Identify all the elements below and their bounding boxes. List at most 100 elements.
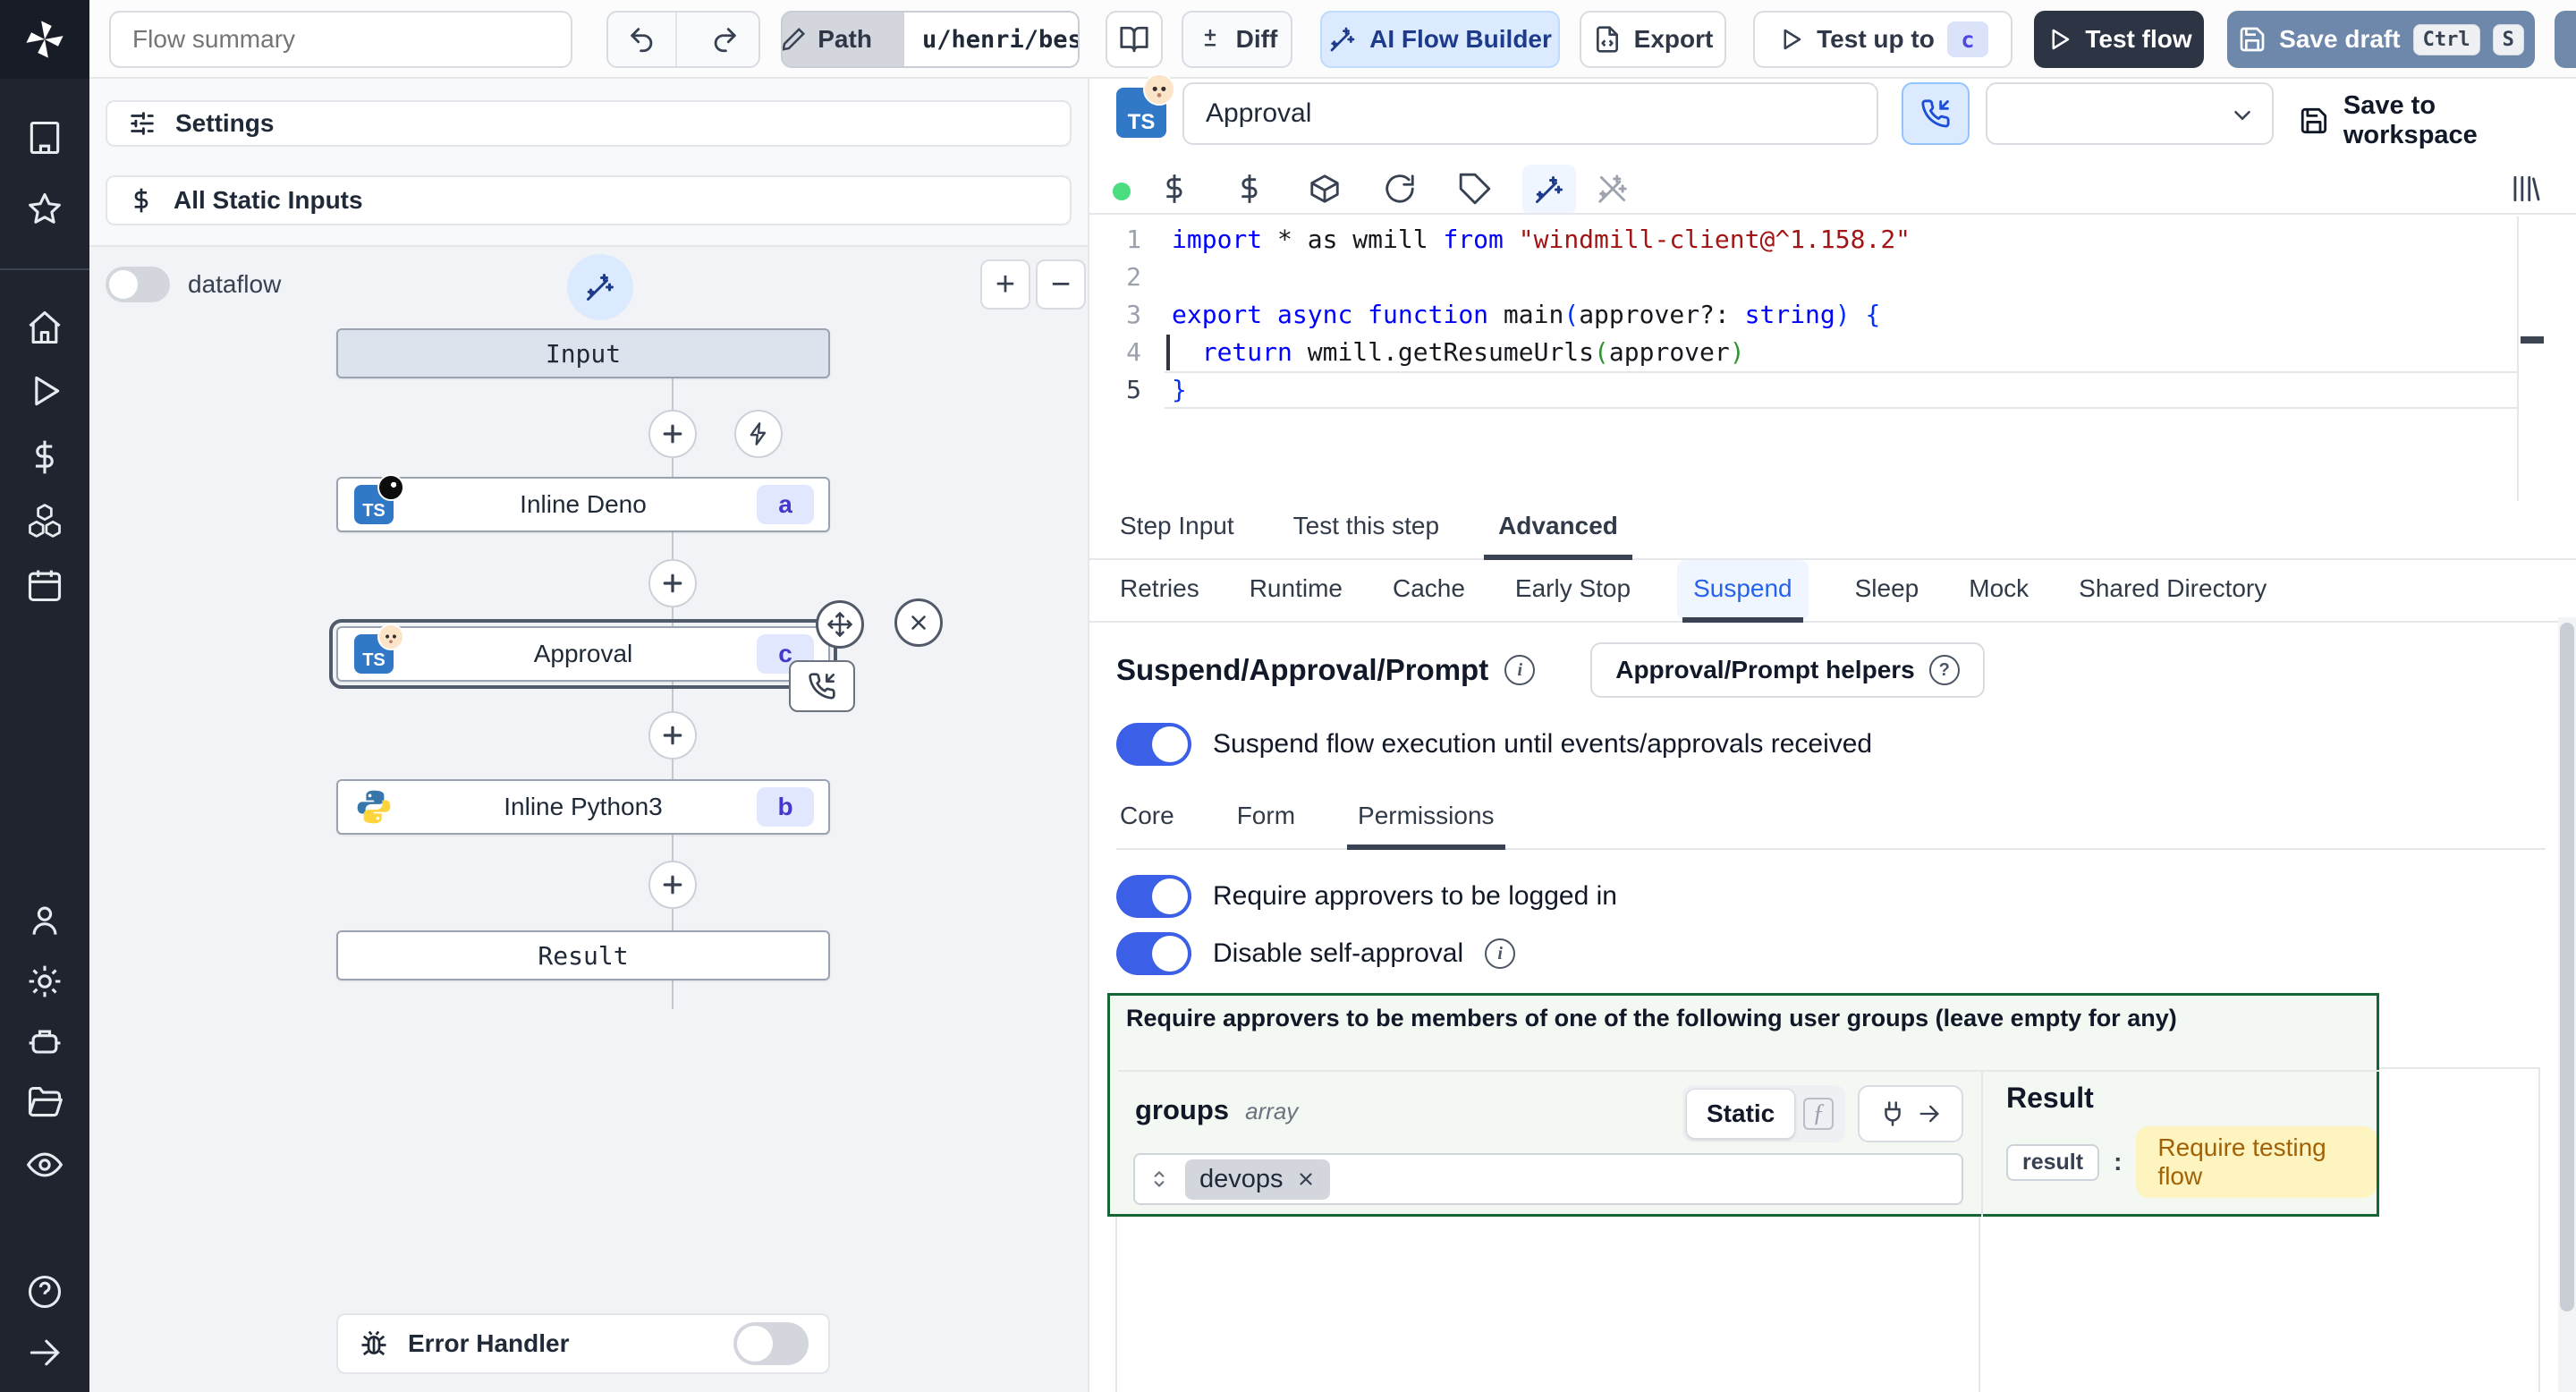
subtab-suspend[interactable]: Suspend (1677, 560, 1809, 623)
tab-step-input[interactable]: Step Input (1116, 497, 1238, 558)
runs-play-icon[interactable] (25, 371, 64, 411)
add-trigger-button[interactable] (734, 410, 783, 458)
inner-tab-core[interactable]: Core (1116, 787, 1178, 848)
disable-self-approval-toggle[interactable] (1116, 932, 1191, 975)
subtab-early-stop[interactable]: Early Stop (1512, 560, 1634, 621)
windmill-logo[interactable] (0, 0, 89, 79)
docs-book-button[interactable] (1106, 11, 1163, 68)
subtab-sleep[interactable]: Sleep (1852, 560, 1923, 621)
result-value-badge[interactable]: Require testing flow (2136, 1126, 2377, 1198)
collapse-arrow-right-icon[interactable] (25, 1333, 64, 1372)
connect-input-button[interactable] (1858, 1085, 1963, 1142)
dataflow-toggle[interactable] (106, 267, 170, 302)
undo-button[interactable] (608, 13, 678, 66)
code-editor[interactable]: 12345 import * as wmill from "windmill-c… (1089, 216, 2547, 501)
variables-dollar-icon[interactable] (1157, 172, 1191, 206)
add-step-button[interactable] (648, 861, 697, 909)
inner-tab-permissions[interactable]: Permissions (1347, 787, 1506, 850)
subtab-retries[interactable]: Retries (1116, 560, 1203, 621)
move-step-button[interactable] (816, 600, 864, 649)
redo-button[interactable] (690, 13, 758, 66)
subtab-cache[interactable]: Cache (1389, 560, 1469, 621)
info-icon[interactable]: i (1504, 655, 1536, 685)
suspend-phone-button[interactable] (1902, 82, 1970, 145)
fx-mode-button[interactable]: ƒ (1795, 1089, 1842, 1139)
error-handler-toggle[interactable] (733, 1322, 809, 1365)
scrollbar-thumb[interactable] (2560, 623, 2574, 1311)
schedules-calendar-icon[interactable] (25, 565, 64, 605)
path-button[interactable]: Path u/henri/bes (781, 11, 1080, 68)
ai-disabled-wand-icon[interactable] (1596, 172, 1630, 206)
node-approval-selected[interactable]: TS Approval c (329, 619, 837, 689)
format-tag-icon[interactable] (1458, 172, 1492, 206)
audit-eye-icon[interactable] (25, 1145, 64, 1184)
test-flow-button[interactable]: Test flow (2034, 11, 2204, 68)
variables-dollar-icon[interactable] (25, 437, 64, 477)
subtab-shared-directory[interactable]: Shared Directory (2075, 560, 2270, 621)
flow-settings-card[interactable]: Settings (106, 100, 1072, 147)
approval-prompt-helpers-button[interactable]: Approval/Prompt helpers ? (1590, 642, 1985, 698)
save-floppy-icon (2240, 27, 2265, 52)
save-draft-label: Save draft (2279, 25, 2401, 53)
flow-summary-input[interactable] (109, 11, 572, 68)
export-button[interactable]: Export (1580, 11, 1726, 68)
folders-icon[interactable] (25, 1083, 64, 1123)
diff-button[interactable]: Diff (1182, 11, 1292, 68)
node-inline-deno[interactable]: TS Inline Deno a (336, 474, 830, 532)
add-step-button[interactable] (648, 711, 697, 760)
library-icon[interactable] (2508, 172, 2542, 206)
package-icon[interactable] (1308, 172, 1342, 206)
node-result[interactable]: Result (336, 930, 830, 980)
add-step-button[interactable] (648, 410, 697, 458)
subtab-mock[interactable]: Mock (1965, 560, 2032, 621)
step-name-input[interactable] (1182, 82, 1878, 145)
resources-cubes-icon[interactable] (25, 501, 64, 540)
suspend-flow-toggle[interactable] (1116, 723, 1191, 766)
users-person-icon[interactable] (25, 901, 64, 940)
ai-assist-active-button[interactable] (1522, 165, 1576, 215)
inner-tab-form[interactable]: Form (1233, 787, 1299, 848)
all-static-inputs-card[interactable]: All Static Inputs (106, 175, 1072, 225)
save-to-workspace-button[interactable]: Save to workspace (2299, 91, 2576, 150)
group-tag[interactable]: devops (1185, 1159, 1330, 1200)
approval-phone-indicator[interactable] (789, 660, 855, 712)
plus-icon (663, 573, 682, 593)
group-tag-label: devops (1199, 1164, 1284, 1193)
static-mode-button[interactable]: Static (1686, 1089, 1796, 1139)
require-login-row: Require approvers to be logged in (1116, 875, 1617, 918)
kbd-ctrl: Ctrl (2412, 23, 2480, 55)
error-handler-label: Error Handler (408, 1329, 570, 1357)
contextual-dollar-icon[interactable] (1233, 172, 1267, 206)
ai-flow-builder-button[interactable]: AI Flow Builder (1320, 11, 1560, 68)
zoom-in-button[interactable]: + (980, 259, 1030, 310)
zoom-out-button[interactable]: − (1036, 259, 1086, 310)
tab-test-this-step[interactable]: Test this step (1290, 497, 1443, 558)
chevron-down-icon (2234, 111, 2250, 121)
tag-select[interactable] (1986, 82, 2274, 145)
error-handler-card[interactable]: Error Handler (336, 1313, 830, 1374)
save-draft-button[interactable]: Save draft Ctrl S (2227, 11, 2535, 68)
node-input[interactable]: Input (336, 328, 830, 378)
deploy-button-partial[interactable] (2555, 11, 2576, 68)
ai-graph-wand-button[interactable] (567, 254, 633, 320)
left-nav-rail (0, 0, 89, 1392)
workspace-building-icon[interactable] (25, 118, 64, 157)
step-tabs: Step Input Test this step Advanced (1089, 501, 2576, 560)
groups-tag-input[interactable]: devops (1133, 1153, 1963, 1205)
node-inline-python3[interactable]: Inline Python3 b (336, 779, 830, 835)
delete-step-button[interactable] (894, 598, 943, 647)
tab-advanced[interactable]: Advanced (1484, 497, 1632, 560)
test-up-to-button[interactable]: Test up to c (1753, 11, 2012, 68)
subtab-runtime[interactable]: Runtime (1246, 560, 1346, 621)
reload-icon[interactable] (1383, 172, 1417, 206)
home-icon[interactable] (25, 308, 64, 347)
require-login-toggle[interactable] (1116, 875, 1191, 918)
add-step-button[interactable] (648, 559, 697, 607)
info-icon[interactable]: i (1485, 938, 1516, 969)
workers-robot-icon[interactable] (25, 1023, 64, 1062)
help-question-icon[interactable] (25, 1272, 64, 1311)
favorites-star-icon[interactable] (25, 190, 64, 229)
settings-gear-icon[interactable] (25, 962, 64, 1001)
remove-tag-icon[interactable] (1296, 1169, 1316, 1189)
overview-ruler-border (2517, 216, 2519, 501)
